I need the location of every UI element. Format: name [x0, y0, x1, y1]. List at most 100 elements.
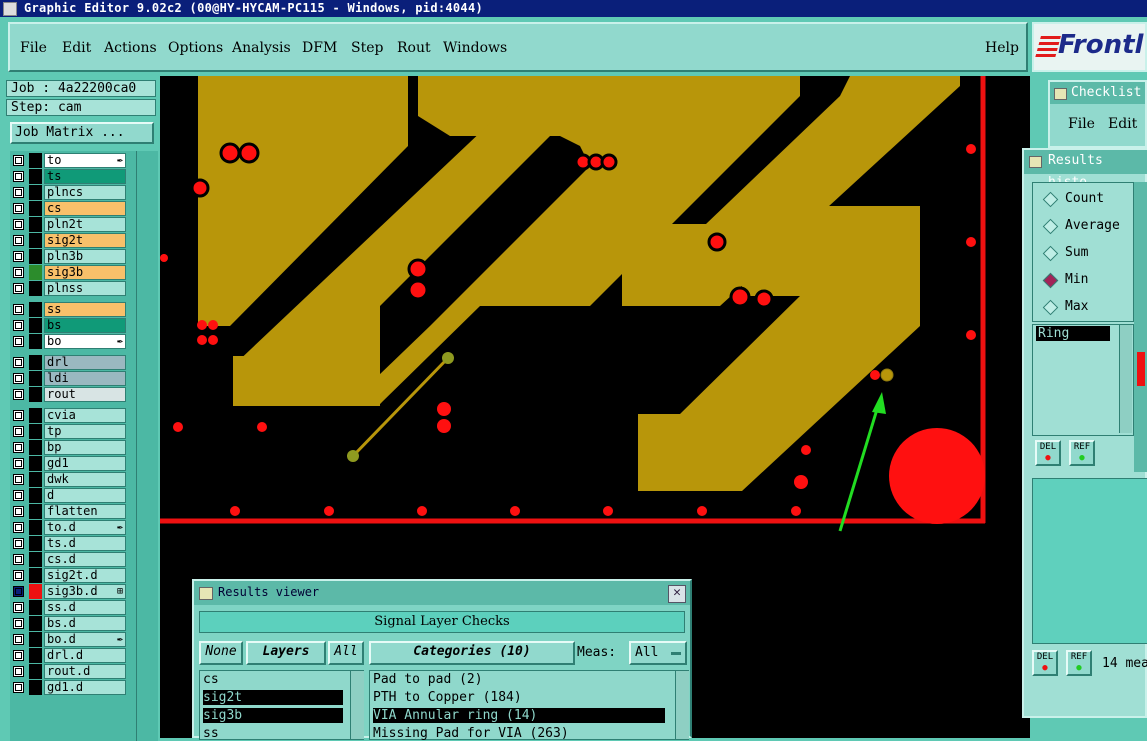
- job-matrix-button[interactable]: Job Matrix ...: [10, 122, 154, 144]
- layer-name[interactable]: ldi: [44, 371, 126, 386]
- layer-color-swatch[interactable]: [29, 185, 42, 200]
- layer-name[interactable]: ts.d: [44, 536, 126, 551]
- layer-row[interactable]: rout: [10, 387, 134, 402]
- layer-color-swatch[interactable]: [29, 249, 42, 264]
- layer-color-swatch[interactable]: [29, 456, 42, 471]
- layer-name[interactable]: ss: [44, 302, 126, 317]
- layer-checkbox[interactable]: [13, 219, 24, 230]
- layer-row[interactable]: pln3b: [10, 249, 134, 264]
- layer-row[interactable]: cs.d: [10, 552, 134, 567]
- checklist-menu-file[interactable]: File: [1068, 116, 1095, 132]
- layer-color-swatch[interactable]: [29, 488, 42, 503]
- layer-color-swatch[interactable]: [29, 472, 42, 487]
- layer-checkbox[interactable]: [13, 251, 24, 262]
- layer-name[interactable]: pln2t: [44, 217, 126, 232]
- layer-row[interactable]: ts.d: [10, 536, 134, 551]
- layer-color-swatch[interactable]: [29, 664, 42, 679]
- menu-actions[interactable]: Actions: [104, 40, 157, 56]
- layer-row[interactable]: gd1: [10, 456, 134, 471]
- layer-color-swatch[interactable]: [29, 616, 42, 631]
- menu-windows[interactable]: Windows: [443, 40, 507, 56]
- layer-color-swatch[interactable]: [29, 568, 42, 583]
- layer-name[interactable]: bo ✒: [44, 334, 126, 349]
- layer-checkbox[interactable]: [13, 155, 24, 166]
- layers-all-button[interactable]: All: [328, 641, 364, 665]
- layer-checkbox[interactable]: [13, 442, 24, 453]
- layer-checkbox[interactable]: [13, 506, 24, 517]
- layer-row[interactable]: ss.d: [10, 600, 134, 615]
- layer-checkbox[interactable]: [13, 570, 24, 581]
- layer-row[interactable]: d: [10, 488, 134, 503]
- layer-row[interactable]: sig3b.d ⊞: [10, 584, 134, 599]
- category-list-item[interactable]: Missing Pad for VIA (263): [373, 726, 665, 741]
- layer-checkbox[interactable]: [13, 538, 24, 549]
- categories-list[interactable]: Pad to pad (2) PTH to Copper (184) VIA A…: [369, 670, 689, 741]
- layer-row[interactable]: sig2t: [10, 233, 134, 248]
- layer-name[interactable]: d: [44, 488, 126, 503]
- layer-checkbox[interactable]: [13, 283, 24, 294]
- layer-checkbox[interactable]: [13, 554, 24, 565]
- layer-checkbox[interactable]: [13, 357, 24, 368]
- layer-name[interactable]: to ✒: [44, 153, 126, 168]
- checklist-title-bar[interactable]: Checklist: [1050, 82, 1145, 104]
- del-button[interactable]: DEL ●: [1035, 440, 1061, 466]
- field-item-ring[interactable]: Ring: [1036, 326, 1110, 341]
- layer-checkbox[interactable]: [13, 187, 24, 198]
- layer-checkbox[interactable]: [13, 634, 24, 645]
- layer-name[interactable]: gd1: [44, 456, 126, 471]
- layer-checkbox[interactable]: [13, 304, 24, 315]
- window-title-bar[interactable]: Graphic Editor 9.02c2 (00@HY-HYCAM-PC115…: [0, 0, 1147, 17]
- menu-file[interactable]: File: [20, 40, 47, 56]
- layer-row[interactable]: drl: [10, 355, 134, 370]
- layer-row[interactable]: pln2t: [10, 217, 134, 232]
- layer-color-swatch[interactable]: [29, 302, 42, 317]
- layer-list-scrollbar[interactable]: [136, 151, 157, 741]
- layer-color-swatch[interactable]: [29, 408, 42, 423]
- layer-name[interactable]: cs.d: [44, 552, 126, 567]
- layer-row[interactable]: flatten: [10, 504, 134, 519]
- layer-name[interactable]: ts: [44, 169, 126, 184]
- layer-color-swatch[interactable]: [29, 552, 42, 567]
- checklist-menu-edit[interactable]: Edit: [1108, 116, 1137, 132]
- layer-name[interactable]: sig2t: [44, 233, 126, 248]
- layer-color-swatch[interactable]: [29, 201, 42, 216]
- layer-checkbox[interactable]: [13, 203, 24, 214]
- layer-name[interactable]: to.d ✒: [44, 520, 126, 535]
- layer-name[interactable]: gd1.d: [44, 680, 126, 695]
- layer-name[interactable]: bo.d ✒: [44, 632, 126, 647]
- categories-list-scrollbar[interactable]: [675, 671, 689, 739]
- results-viewer-title-bar[interactable]: Results viewer ✕: [194, 581, 690, 605]
- layer-checkbox[interactable]: [13, 267, 24, 278]
- layer-color-swatch[interactable]: [29, 233, 42, 248]
- layer-name[interactable]: bs.d: [44, 616, 126, 631]
- layer-checkbox[interactable]: [13, 474, 24, 485]
- layer-row[interactable]: tp: [10, 424, 134, 439]
- layer-name[interactable]: bp: [44, 440, 126, 455]
- layer-color-swatch[interactable]: [29, 536, 42, 551]
- layer-color-swatch[interactable]: [29, 632, 42, 647]
- layer-name[interactable]: dwk: [44, 472, 126, 487]
- layer-checkbox[interactable]: [13, 666, 24, 677]
- layer-row[interactable]: cs: [10, 201, 134, 216]
- layer-row[interactable]: plncs: [10, 185, 134, 200]
- layers-list[interactable]: cs sig2t sig3b ss: [199, 670, 364, 741]
- layer-color-swatch[interactable]: [29, 424, 42, 439]
- layer-color-swatch[interactable]: [29, 600, 42, 615]
- del-button-bottom[interactable]: DEL ●: [1032, 650, 1058, 676]
- menu-help[interactable]: Help: [985, 40, 1019, 56]
- layer-name[interactable]: tp: [44, 424, 126, 439]
- field-list-scrollbar[interactable]: [1119, 325, 1132, 433]
- layer-row[interactable]: gd1.d: [10, 680, 134, 695]
- layer-checkbox[interactable]: [13, 171, 24, 182]
- layer-color-swatch[interactable]: [29, 318, 42, 333]
- layer-row[interactable]: ts: [10, 169, 134, 184]
- layer-color-swatch[interactable]: [29, 281, 42, 296]
- layer-name[interactable]: rout.d: [44, 664, 126, 679]
- layer-checkbox[interactable]: [13, 618, 24, 629]
- layer-name[interactable]: drl: [44, 355, 126, 370]
- layer-checkbox[interactable]: [13, 458, 24, 469]
- layer-name[interactable]: cvia: [44, 408, 126, 423]
- layer-row[interactable]: drl.d: [10, 648, 134, 663]
- layer-row[interactable]: sig3b: [10, 265, 134, 280]
- layer-row[interactable]: ss: [10, 302, 134, 317]
